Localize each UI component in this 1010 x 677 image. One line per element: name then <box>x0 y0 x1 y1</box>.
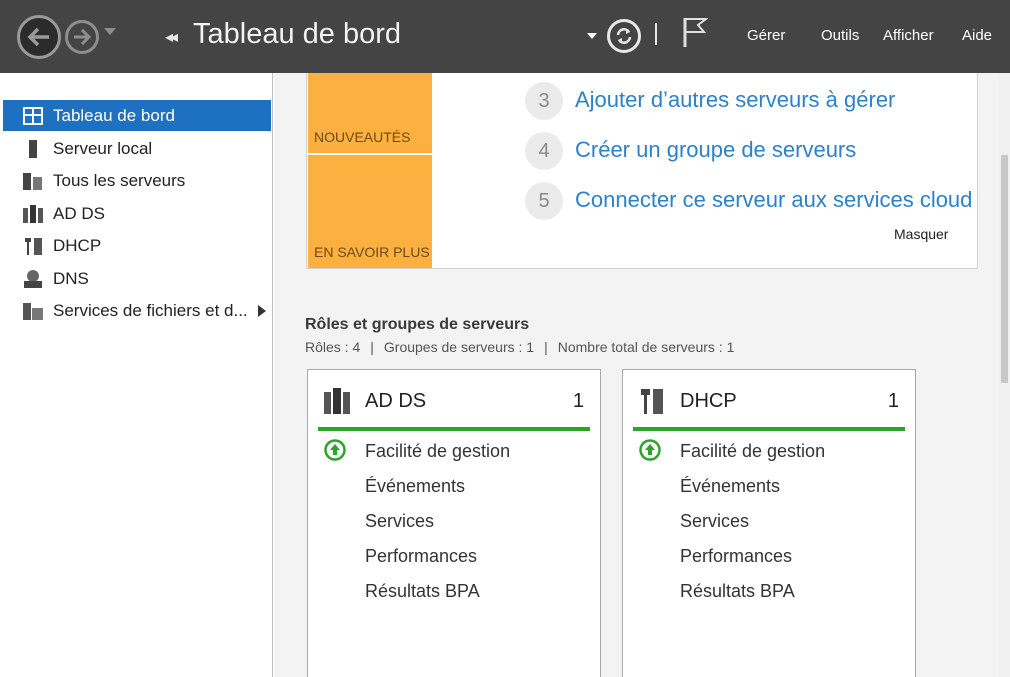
step-link[interactable]: Créer un groupe de serveurs <box>575 137 856 163</box>
dhcp-icon <box>641 389 663 414</box>
step-link[interactable]: Ajouter d’autres serveurs à gérer <box>575 87 895 113</box>
dhcp-icon <box>25 238 42 255</box>
arrow-right-icon <box>74 29 91 45</box>
page-title: Tableau de bord <box>193 18 401 50</box>
menu-view[interactable]: Afficher <box>883 27 934 44</box>
sidebar-item-label: DHCP <box>53 236 102 255</box>
back-button[interactable] <box>17 15 61 59</box>
stats-separator: | <box>370 339 374 355</box>
step-number: 5 <box>525 182 563 220</box>
card-server-count[interactable]: 1 <box>573 390 584 413</box>
dashboard-icon <box>23 107 43 125</box>
sidebar-item-dashboard[interactable]: Tableau de bord <box>3 100 271 131</box>
card-title[interactable]: AD DS <box>365 390 426 413</box>
card-row-bpa-results[interactable]: Résultats BPA <box>680 581 795 602</box>
card-row-performance[interactable]: Performances <box>680 546 792 567</box>
total-servers-count: Nombre total de serveurs : 1 <box>557 339 735 355</box>
sidebar-item-label: Tous les serveurs <box>53 171 186 190</box>
whats-new-tile[interactable]: NOUVEAUTÉS <box>308 73 432 153</box>
card-row-manageability[interactable]: Facilité de gestion <box>365 441 510 462</box>
sidebar-item-dns[interactable]: DNS <box>3 263 271 294</box>
notifications-flag-icon[interactable] <box>682 16 708 48</box>
title-bar: ◂◂ Tableau de bord Gérer Outils Afficher… <box>0 0 1010 73</box>
file-services-icon <box>23 303 43 320</box>
tile-label: EN SAVOIR PLUS <box>314 244 430 260</box>
history-dropdown-icon[interactable] <box>104 28 116 35</box>
sidebar: Tableau de bord Serveur local Tous les s… <box>0 73 273 677</box>
hide-welcome-link[interactable]: Masquer <box>894 226 948 242</box>
status-up-icon <box>639 439 661 461</box>
sidebar-item-local-server[interactable]: Serveur local <box>3 133 271 164</box>
toolbar-separator <box>655 23 657 45</box>
card-row-performance[interactable]: Performances <box>365 546 477 567</box>
expand-arrow-icon[interactable] <box>258 305 266 317</box>
card-row-services[interactable]: Services <box>680 511 749 532</box>
sidebar-item-label: Serveur local <box>53 139 153 158</box>
forward-button[interactable] <box>65 20 99 54</box>
sidebar-item-ad-ds[interactable]: AD DS <box>3 198 271 229</box>
roles-section-title: Rôles et groupes de serveurs <box>305 316 530 333</box>
local-server-icon <box>29 140 37 158</box>
menu-help[interactable]: Aide <box>962 27 992 44</box>
ad-ds-icon <box>324 388 350 414</box>
card-row-bpa-results[interactable]: Résultats BPA <box>365 581 480 602</box>
role-card-dhcp[interactable]: DHCP 1 Facilité de gestion Événements Se… <box>622 369 916 677</box>
sidebar-item-label: Services de fichiers et d... <box>53 301 248 320</box>
menu-manage[interactable]: Gérer <box>747 27 785 44</box>
sidebar-item-label: DNS <box>53 269 89 288</box>
step-link[interactable]: Connecter ce serveur aux services cloud <box>575 187 972 213</box>
sidebar-item-dhcp[interactable]: DHCP <box>3 230 271 261</box>
card-row-services[interactable]: Services <box>365 511 434 532</box>
sidebar-item-label: Tableau de bord <box>53 106 175 125</box>
step-number: 3 <box>525 82 563 120</box>
vertical-scrollbar[interactable] <box>999 73 1010 677</box>
card-row-manageability[interactable]: Facilité de gestion <box>680 441 825 462</box>
card-row-events[interactable]: Événements <box>680 476 780 497</box>
dns-icon <box>24 270 42 288</box>
card-row-events[interactable]: Événements <box>365 476 465 497</box>
card-server-count[interactable]: 1 <box>888 390 899 413</box>
card-title[interactable]: DHCP <box>680 390 737 413</box>
scrollbar-thumb[interactable] <box>1001 155 1008 383</box>
menu-tools[interactable]: Outils <box>821 27 859 44</box>
tile-label: NOUVEAUTÉS <box>314 129 411 145</box>
refresh-button[interactable] <box>607 19 641 53</box>
arrow-left-icon <box>27 27 49 47</box>
role-card-ad-ds[interactable]: AD DS 1 Facilité de gestion Événements S… <box>307 369 601 677</box>
refresh-icon <box>616 28 632 44</box>
stats-separator: | <box>544 339 548 355</box>
sidebar-item-all-servers[interactable]: Tous les serveurs <box>3 165 271 196</box>
collapse-chevron-icon[interactable]: ◂◂ <box>165 27 178 47</box>
learn-more-tile[interactable]: EN SAVOIR PLUS <box>308 155 432 268</box>
status-up-icon <box>324 439 346 461</box>
all-servers-icon <box>23 173 42 190</box>
status-bar <box>318 427 590 431</box>
sidebar-item-file-services[interactable]: Services de fichiers et d... <box>3 295 271 326</box>
ad-ds-icon <box>23 205 43 223</box>
welcome-panel: NOUVEAUTÉS EN SAVOIR PLUS 3 Ajouter d’au… <box>306 73 978 269</box>
refresh-dropdown-icon[interactable] <box>587 33 597 39</box>
step-number: 4 <box>525 132 563 170</box>
sidebar-item-label: AD DS <box>53 204 105 223</box>
main-content: NOUVEAUTÉS EN SAVOIR PLUS 3 Ajouter d’au… <box>274 73 1010 677</box>
roles-stats: Rôles : 4 | Groupes de serveurs : 1 | Nombre… <box>305 339 734 355</box>
status-bar <box>633 427 905 431</box>
server-groups-count: Groupes de serveurs : 1 <box>383 339 535 355</box>
roles-count: Rôles : 4 <box>305 339 361 355</box>
